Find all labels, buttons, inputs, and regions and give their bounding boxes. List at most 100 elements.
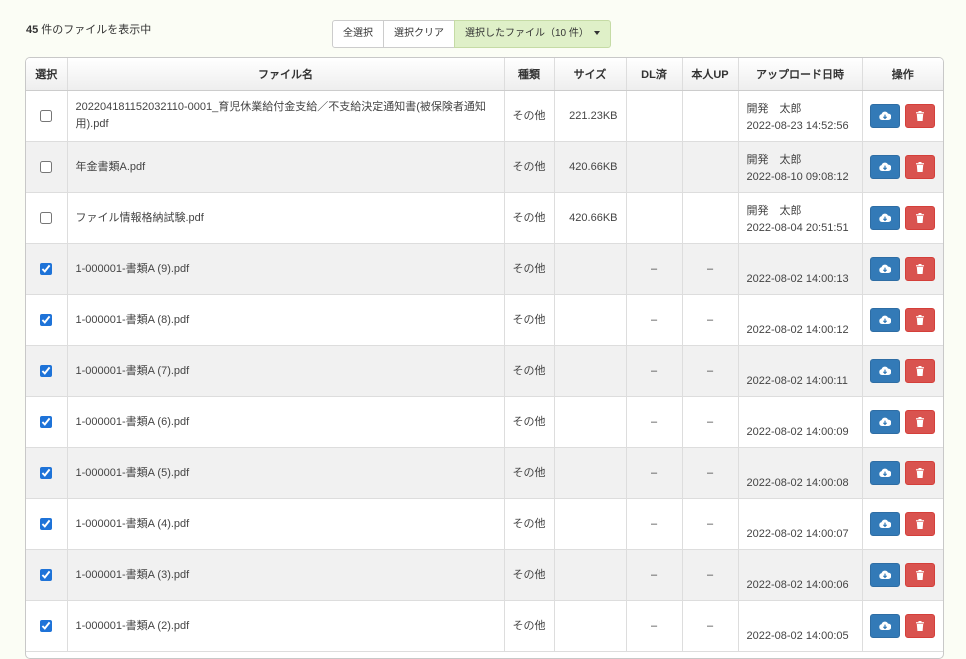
delete-button[interactable] [905,257,936,281]
header-type: 種類 [504,58,555,91]
operations-cell [862,243,943,295]
file-type: その他 [504,345,555,397]
cloud-download-icon [879,570,892,579]
trash-icon [916,621,925,631]
delete-button[interactable] [905,359,936,383]
file-name: 1-000001-書類A (5).pdf [67,447,505,499]
uploader-name: 開発 太郎 [746,102,802,115]
uploader-name [747,305,854,322]
upload-info: 2022-08-02 14:00:06 [738,549,863,601]
cloud-download-icon [879,213,892,222]
file-type: その他 [504,141,555,193]
download-button[interactable] [870,359,901,383]
delete-button[interactable] [905,563,936,587]
file-type: その他 [504,600,555,652]
delete-button[interactable] [905,410,936,434]
upload-info: 2022-08-02 14:00:07 [738,498,863,550]
upload-date: 2022-08-02 14:00:08 [746,476,849,489]
table-row: ファイル情報格納試験.pdf その他 420.66KB 開発 太郎 2022-08… [26,192,943,244]
operations-cell [862,294,943,346]
cloud-download-icon [879,366,892,375]
caret-down-icon [593,31,600,36]
header-ops: 操作 [862,58,943,91]
download-button[interactable] [870,512,901,536]
self-up-status: – [682,243,739,295]
upload-info: 2022-08-02 14:00:09 [738,396,863,448]
file-type: その他 [504,243,555,295]
download-button[interactable] [870,410,901,434]
download-button[interactable] [870,563,901,587]
table-row: 1-000001-書類A (2).pdf その他 – – 2022-08-02 … [26,600,943,652]
trash-icon [916,468,925,478]
delete-button[interactable] [905,206,936,230]
delete-button[interactable] [905,512,936,536]
trash-icon [916,570,925,580]
dl-status: – [626,600,683,652]
upload-date: 2022-08-02 14:00:07 [746,527,849,540]
header-select: 選択 [26,58,68,91]
operations-cell [862,396,943,448]
file-name: 1-000001-書類A (4).pdf [67,498,505,550]
delete-button[interactable] [905,104,936,128]
row-checkbox[interactable] [40,569,53,582]
select-cell [26,345,68,397]
operations-cell [862,345,943,397]
row-checkbox[interactable] [40,314,53,327]
cloud-download-icon [879,264,892,273]
row-checkbox[interactable] [40,212,53,225]
file-size: 420.66KB [554,141,627,193]
row-checkbox[interactable] [40,263,53,276]
download-button[interactable] [870,206,901,230]
download-button[interactable] [870,104,901,128]
row-checkbox[interactable] [40,110,53,123]
header-dl: DL済 [626,58,683,91]
upload-info: 2022-08-02 14:00:11 [738,345,863,397]
file-count-suffix: 件のファイルを表示中 [38,24,152,36]
file-type: その他 [504,447,555,499]
self-up-status: – [682,294,739,346]
select-all-button[interactable]: 全選択 [332,20,384,48]
header-self-up: 本人UP [682,58,739,91]
row-checkbox[interactable] [40,467,53,480]
file-type: その他 [504,294,555,346]
selected-files-dropdown[interactable]: 選択したファイル（10 件） [454,20,611,48]
download-button[interactable] [870,257,901,281]
self-up-status [682,141,739,193]
select-cell [26,600,68,652]
download-button[interactable] [870,308,901,332]
delete-button[interactable] [905,461,936,485]
file-name: ファイル情報格納試験.pdf [67,192,505,244]
cloud-download-icon [879,162,892,171]
delete-button[interactable] [905,614,936,638]
delete-button[interactable] [905,155,936,179]
upload-date: 2022-08-02 14:00:09 [746,425,849,438]
self-up-status: – [682,396,739,448]
download-button[interactable] [870,614,901,638]
file-size: 420.66KB [554,192,627,244]
select-cell [26,447,68,499]
table-row: 1-000001-書類A (6).pdf その他 – – 2022-08-02 … [26,396,943,448]
row-checkbox[interactable] [40,161,53,174]
download-button[interactable] [870,155,901,179]
table-row: 年金書類A.pdf その他 420.66KB 開発 太郎 2022-08-10 0… [26,141,943,193]
dl-status: – [626,294,683,346]
delete-button[interactable] [905,308,936,332]
select-cell [26,192,68,244]
upload-date: 2022-08-02 14:00:13 [746,272,849,285]
dl-status [626,90,683,142]
clear-selection-button[interactable]: 選択クリア [383,20,455,48]
download-button[interactable] [870,461,901,485]
select-cell [26,90,68,142]
row-checkbox[interactable] [40,518,53,531]
file-table-container: 選択 ファイル名 種類 サイズ DL済 本人UP アップロード日時 操作 202… [25,57,944,659]
row-checkbox[interactable] [40,365,53,378]
uploader-name: 開発 太郎 [746,153,802,166]
file-size [554,345,627,397]
file-name: 1-000001-書類A (8).pdf [67,294,505,346]
row-checkbox[interactable] [40,620,53,633]
file-size [554,294,627,346]
file-size [554,549,627,601]
table-body: 20220418115203211​0-0001_育児休業給付金支給／不支給決定… [26,90,943,652]
row-checkbox[interactable] [40,416,53,429]
header-size: サイズ [554,58,627,91]
